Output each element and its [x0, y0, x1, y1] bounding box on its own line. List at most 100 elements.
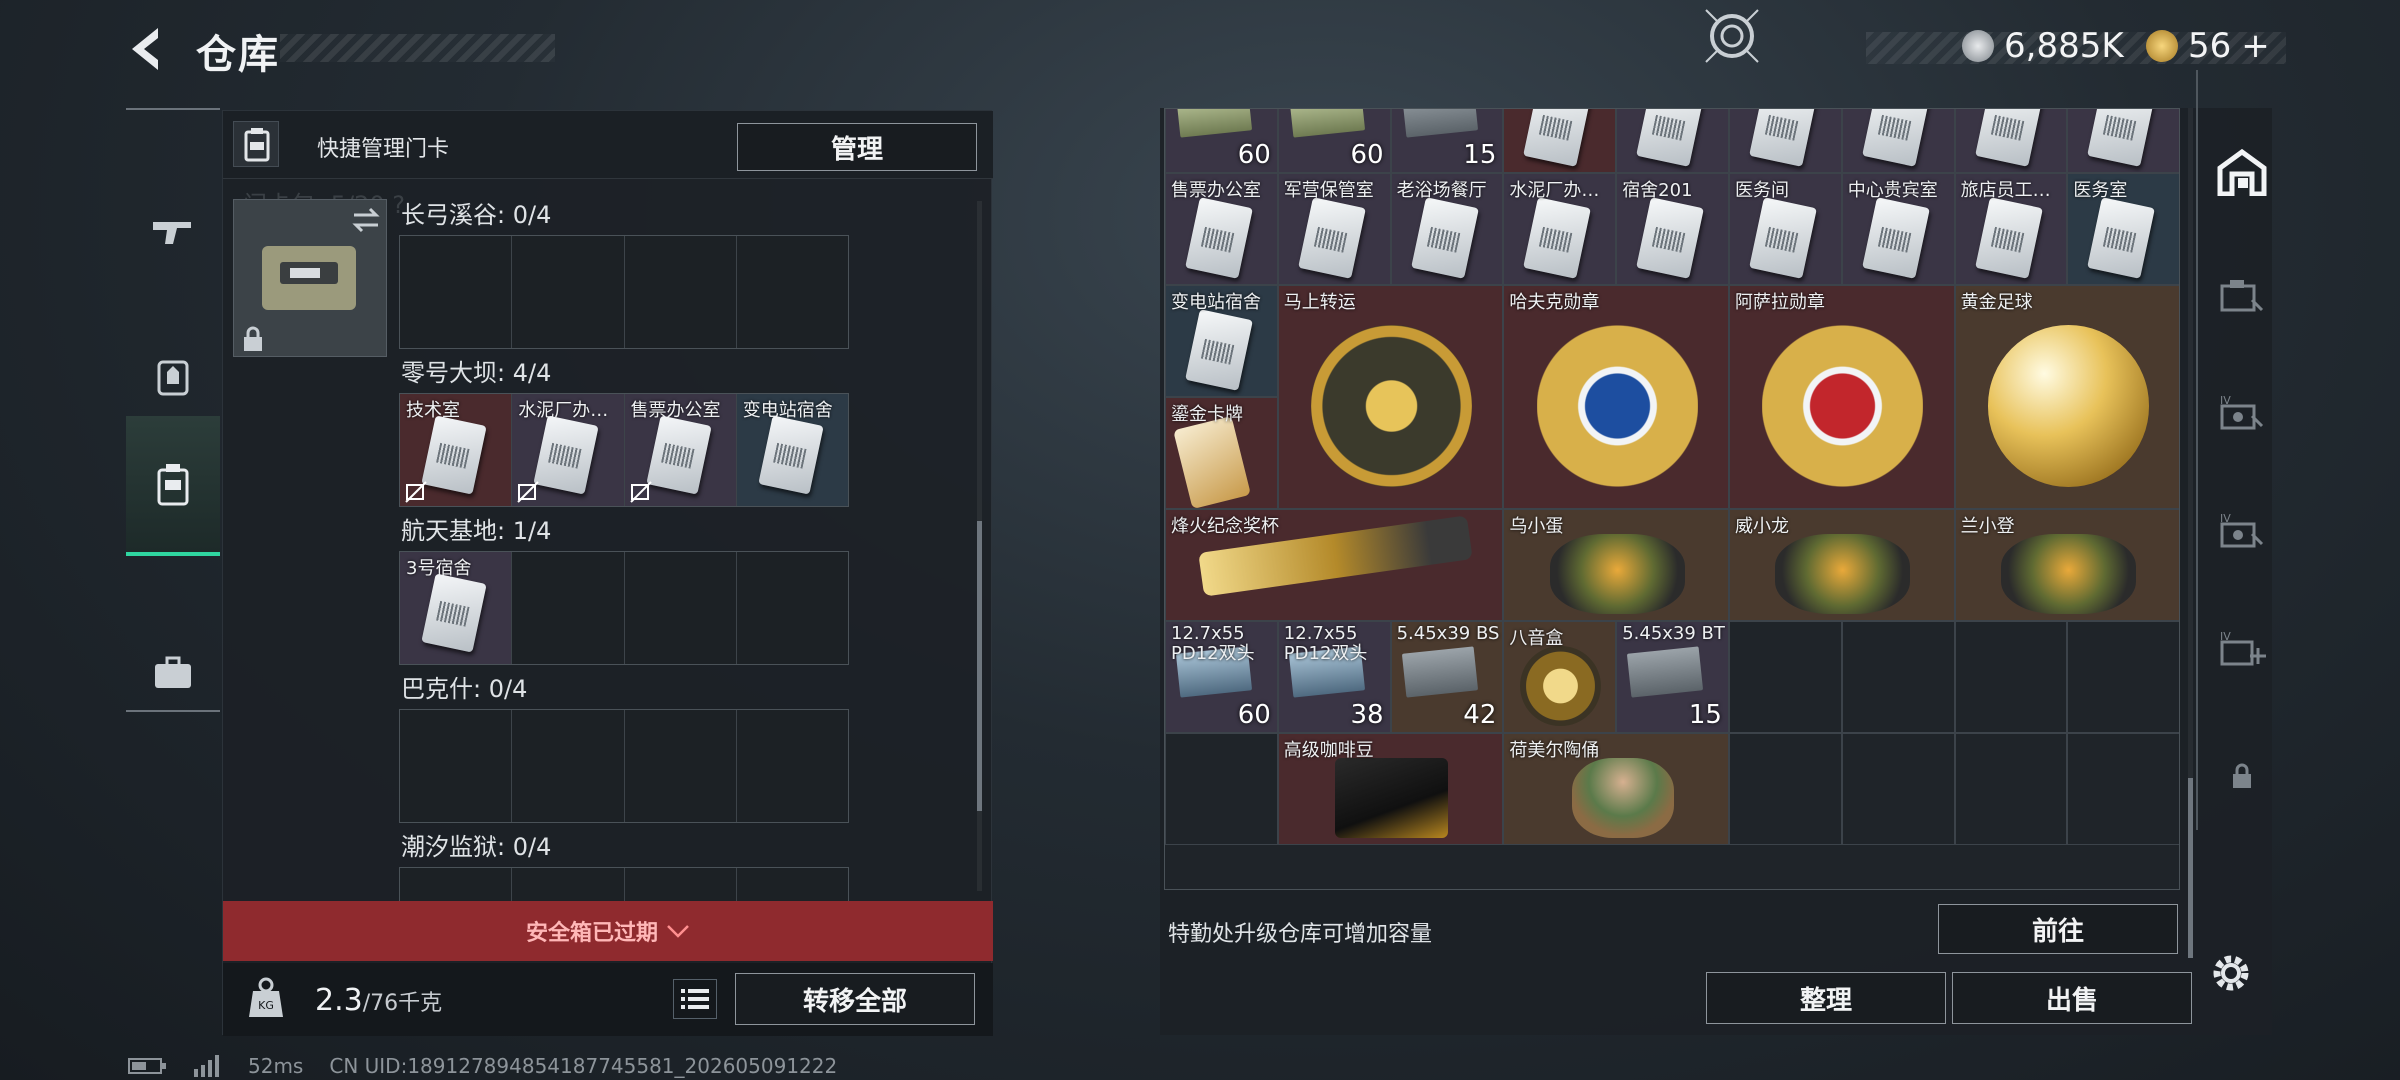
- transfer-all-button[interactable]: 转移全部: [735, 973, 975, 1025]
- grid-cell-empty[interactable]: [1954, 621, 2068, 733]
- inventory-item[interactable]: 鎏金卡牌: [1165, 397, 1278, 509]
- nav-add-extension[interactable]: IV: [2212, 618, 2272, 678]
- keycard-slot-empty[interactable]: [625, 710, 737, 822]
- inventory-item[interactable]: 黄金足球: [1954, 285, 2179, 509]
- keycard-slot-empty[interactable]: [625, 236, 737, 348]
- grid-cell-empty[interactable]: [1729, 621, 1842, 733]
- grid-cell-empty[interactable]: [1165, 733, 1278, 845]
- inventory-item[interactable]: 乌小蛋: [1503, 509, 1729, 621]
- group-label-space: 航天基地: 1/4: [401, 517, 552, 545]
- keycard-slot-empty[interactable]: [512, 868, 625, 902]
- grid-cell-empty[interactable]: [2067, 733, 2179, 845]
- sort-button[interactable]: 整理: [1706, 972, 1946, 1024]
- nav-extension-2[interactable]: IV: [2212, 382, 2272, 442]
- nav-locked-slot[interactable]: [2212, 746, 2272, 806]
- grid-scrollbar-thumb[interactable]: [2188, 778, 2193, 958]
- nav-keycards[interactable]: [126, 416, 220, 556]
- add-coins-icon[interactable]: +: [2241, 26, 2270, 66]
- keycard-icon: [421, 573, 487, 653]
- nav-extension-1[interactable]: [2212, 266, 2272, 326]
- coffee-bag-icon: [1335, 757, 1448, 839]
- grid-cell-empty[interactable]: [2067, 621, 2179, 733]
- inventory-item[interactable]: 水泥厂办…: [1503, 173, 1617, 285]
- keycard-slot[interactable]: 水泥厂办…: [512, 394, 625, 506]
- keycard-slot-empty[interactable]: [737, 552, 848, 664]
- inventory-item[interactable]: 海洋展厅: [2067, 109, 2179, 173]
- inventory-item[interactable]: 八音盒: [1503, 621, 1617, 733]
- keycard-slot-empty[interactable]: [737, 236, 848, 348]
- toy-figure-icon: [1775, 533, 1911, 615]
- grid-cell-empty[interactable]: [1841, 733, 1955, 845]
- weight-max: /76千克: [362, 991, 443, 1016]
- list-view-button[interactable]: [673, 979, 717, 1019]
- inventory-item[interactable]: 中心贵宾室: [1841, 173, 1955, 285]
- money-display[interactable]: 6,885K: [1962, 26, 2124, 66]
- keycard-slot-empty[interactable]: [400, 710, 513, 822]
- inventory-item[interactable]: 数据中心: [1616, 109, 1729, 173]
- grid-cell-empty[interactable]: [1841, 621, 1955, 733]
- inventory-item[interactable]: 哈夫克勋章: [1503, 285, 1729, 509]
- inventory-item[interactable]: 旅店服务间: [1503, 109, 1617, 173]
- inventory-item[interactable]: 老浴场餐厅: [1390, 173, 1504, 285]
- inventory-item[interactable]: 12.7x55 PD12双头 38: [1277, 621, 1391, 733]
- keycard-slot[interactable]: 3号宿舍: [400, 552, 513, 664]
- inventory-item[interactable]: 博物馆废墟: [1841, 109, 1955, 173]
- inventory-item[interactable]: 5.45x39 BS 42: [1390, 621, 1504, 733]
- keycard-slot-empty[interactable]: [737, 710, 848, 822]
- inventory-item[interactable]: 军营保管室: [1277, 173, 1391, 285]
- nav-weapons[interactable]: [126, 163, 220, 299]
- keycard-case-item[interactable]: [233, 199, 387, 357]
- swap-icon[interactable]: [350, 206, 382, 234]
- inventory-item[interactable]: 医务室: [2067, 173, 2179, 285]
- nav-warehouse[interactable]: [2212, 142, 2272, 202]
- inventory-item[interactable]: 高级咖啡豆: [1277, 733, 1504, 845]
- inventory-item[interactable]: 5.45x39 BT 15: [1616, 621, 1729, 733]
- manage-button[interactable]: 管理: [737, 123, 977, 171]
- keycard-slot[interactable]: 变电站宿舍: [736, 394, 848, 506]
- inventory-item[interactable]: 烽火纪念奖杯: [1165, 509, 1504, 621]
- keycard-slot-empty[interactable]: [737, 868, 848, 902]
- inventory-item[interactable]: 7.62x39 BP15: [1390, 109, 1504, 173]
- keycard-slot-empty[interactable]: [625, 868, 737, 902]
- back-button[interactable]: [122, 24, 172, 74]
- inventory-item[interactable]: 9x39 SP660: [1165, 109, 1278, 173]
- inventory-item[interactable]: 荷美尔陶俑: [1503, 733, 1729, 845]
- grid-cell-empty[interactable]: [1729, 733, 1842, 845]
- inventory-item[interactable]: 变电站宿舍: [1165, 285, 1278, 397]
- item-name: 烽火纪念奖杯: [1171, 516, 1279, 537]
- keycard-slot-empty[interactable]: [512, 552, 625, 664]
- keycard-slot-empty[interactable]: [400, 868, 513, 902]
- item-count: 38: [1350, 700, 1384, 730]
- inventory-item[interactable]: 酒店总统房: [1729, 109, 1842, 173]
- keycard-slot[interactable]: 售票办公室: [624, 394, 737, 506]
- inventory-item[interactable]: 医务间: [1729, 173, 1842, 285]
- inventory-item[interactable]: 阿萨拉勋章: [1729, 285, 1955, 509]
- item-count: 15: [1688, 700, 1722, 730]
- item-name: 变电站宿舍: [1171, 292, 1261, 313]
- inventory-item[interactable]: 宿舍201: [1616, 173, 1729, 285]
- goto-button[interactable]: 前往: [1938, 904, 2178, 954]
- keycard-slot-empty[interactable]: [625, 552, 737, 664]
- scrollbar-thumb[interactable]: [977, 521, 982, 811]
- inventory-item[interactable]: 兰小登: [1954, 509, 2179, 621]
- settings-button[interactable]: [2206, 948, 2256, 998]
- inventory-item[interactable]: 威小龙: [1729, 509, 1955, 621]
- inventory-item[interactable]: 马上转运: [1277, 285, 1504, 509]
- sell-button[interactable]: 出售: [1952, 972, 2192, 1024]
- grid-cell-empty[interactable]: [1954, 733, 2068, 845]
- group-label-prison: 潮汐监狱: 0/4: [401, 833, 552, 861]
- safebox-expired-banner[interactable]: 安全箱已过期: [223, 901, 993, 961]
- nav-extension-3[interactable]: IV: [2212, 500, 2272, 560]
- keycard-slot[interactable]: 技术室: [400, 394, 513, 506]
- keycard-slot-empty[interactable]: [400, 236, 513, 348]
- inventory-item[interactable]: 3号宿舍: [1954, 109, 2068, 173]
- inventory-item[interactable]: 旅店员工…: [1954, 173, 2068, 285]
- nav-supplies[interactable]: [126, 605, 220, 741]
- inventory-item[interactable]: 12.7x55 PD12双头 60: [1165, 621, 1278, 733]
- keycard-slot-empty[interactable]: [512, 710, 625, 822]
- inventory-item[interactable]: 9x39 SP660: [1277, 109, 1391, 173]
- coin-display[interactable]: 56 +: [2146, 26, 2270, 66]
- fortune-wheel-icon: [1310, 325, 1473, 487]
- inventory-item[interactable]: 售票办公室: [1165, 173, 1278, 285]
- keycard-slot-empty[interactable]: [512, 236, 625, 348]
